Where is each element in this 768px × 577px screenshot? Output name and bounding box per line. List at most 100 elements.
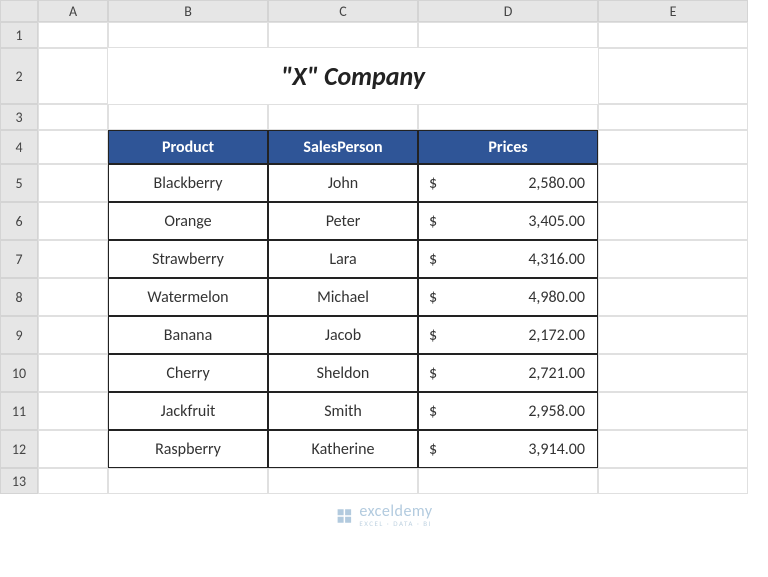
title-cell[interactable]: "X" Company xyxy=(108,48,598,104)
select-all-corner[interactable] xyxy=(0,0,38,22)
spreadsheet-grid: A B C D E 1 2 3 4 5 6 7 8 9 10 11 12 13 … xyxy=(0,0,768,494)
cell[interactable] xyxy=(598,48,748,104)
currency-symbol: $ xyxy=(429,326,437,345)
salesperson-cell[interactable]: Katherine xyxy=(268,430,418,468)
cell[interactable] xyxy=(268,22,418,48)
cell[interactable] xyxy=(38,316,108,354)
price-value: 4,980.00 xyxy=(528,288,585,307)
price-cell[interactable]: $2,721.00 xyxy=(418,354,598,392)
salesperson-cell[interactable]: Sheldon xyxy=(268,354,418,392)
salesperson-cell[interactable]: Smith xyxy=(268,392,418,430)
cell[interactable] xyxy=(418,468,598,494)
header-salesperson[interactable]: SalesPerson xyxy=(268,130,418,164)
product-cell[interactable]: Cherry xyxy=(108,354,268,392)
col-header-c[interactable]: C xyxy=(268,0,418,22)
row-header-10[interactable]: 10 xyxy=(0,354,38,392)
salesperson-cell[interactable]: John xyxy=(268,164,418,202)
currency-symbol: $ xyxy=(429,440,437,459)
cell[interactable] xyxy=(268,104,418,130)
col-header-e[interactable]: E xyxy=(598,0,748,22)
currency-symbol: $ xyxy=(429,212,437,231)
row-header-1[interactable]: 1 xyxy=(0,22,38,48)
cell[interactable] xyxy=(598,104,748,130)
row-header-12[interactable]: 12 xyxy=(0,430,38,468)
cell[interactable] xyxy=(108,468,268,494)
cell[interactable] xyxy=(598,164,748,202)
price-cell[interactable]: $2,580.00 xyxy=(418,164,598,202)
product-cell[interactable]: Banana xyxy=(108,316,268,354)
cell[interactable] xyxy=(38,48,108,104)
cell[interactable] xyxy=(38,202,108,240)
cell[interactable] xyxy=(38,354,108,392)
cell[interactable] xyxy=(598,392,748,430)
cell[interactable] xyxy=(598,130,748,164)
header-product[interactable]: Product xyxy=(108,130,268,164)
price-value: 2,958.00 xyxy=(528,402,585,421)
col-header-a[interactable]: A xyxy=(38,0,108,22)
col-header-d[interactable]: D xyxy=(418,0,598,22)
price-cell[interactable]: $4,980.00 xyxy=(418,278,598,316)
price-cell[interactable]: $3,914.00 xyxy=(418,430,598,468)
price-cell[interactable]: $2,172.00 xyxy=(418,316,598,354)
currency-symbol: $ xyxy=(429,250,437,269)
salesperson-cell[interactable]: Jacob xyxy=(268,316,418,354)
currency-symbol: $ xyxy=(429,402,437,421)
row-header-5[interactable]: 5 xyxy=(0,164,38,202)
cell[interactable] xyxy=(598,202,748,240)
cell[interactable] xyxy=(38,468,108,494)
product-cell[interactable]: Watermelon xyxy=(108,278,268,316)
exceldemy-logo-icon xyxy=(335,507,353,525)
cell[interactable] xyxy=(598,354,748,392)
price-cell[interactable]: $2,958.00 xyxy=(418,392,598,430)
col-header-b[interactable]: B xyxy=(108,0,268,22)
cell[interactable] xyxy=(598,278,748,316)
product-cell[interactable]: Jackfruit xyxy=(108,392,268,430)
header-prices[interactable]: Prices xyxy=(418,130,598,164)
cell[interactable] xyxy=(38,104,108,130)
cell[interactable] xyxy=(38,392,108,430)
watermark-sub: EXCEL · DATA · BI xyxy=(359,520,432,527)
watermark-main: exceldemy xyxy=(359,504,432,520)
currency-symbol: $ xyxy=(429,364,437,383)
price-cell[interactable]: $3,405.00 xyxy=(418,202,598,240)
cell[interactable] xyxy=(418,104,598,130)
cell[interactable] xyxy=(38,22,108,48)
cell[interactable] xyxy=(598,240,748,278)
cell[interactable] xyxy=(598,430,748,468)
row-header-3[interactable]: 3 xyxy=(0,104,38,130)
cell[interactable] xyxy=(38,240,108,278)
row-header-8[interactable]: 8 xyxy=(0,278,38,316)
salesperson-cell[interactable]: Michael xyxy=(268,278,418,316)
product-cell[interactable]: Strawberry xyxy=(108,240,268,278)
row-header-2[interactable]: 2 xyxy=(0,48,38,104)
product-cell[interactable]: Blackberry xyxy=(108,164,268,202)
cell[interactable] xyxy=(268,468,418,494)
price-value: 3,405.00 xyxy=(528,212,585,231)
row-header-11[interactable]: 11 xyxy=(0,392,38,430)
cell[interactable] xyxy=(418,22,598,48)
price-value: 3,914.00 xyxy=(528,440,585,459)
price-value: 2,721.00 xyxy=(528,364,585,383)
salesperson-cell[interactable]: Peter xyxy=(268,202,418,240)
product-cell[interactable]: Orange xyxy=(108,202,268,240)
cell[interactable] xyxy=(38,130,108,164)
row-header-9[interactable]: 9 xyxy=(0,316,38,354)
row-header-4[interactable]: 4 xyxy=(0,130,38,164)
cell[interactable] xyxy=(598,316,748,354)
cell[interactable] xyxy=(38,278,108,316)
row-header-6[interactable]: 6 xyxy=(0,202,38,240)
price-cell[interactable]: $4,316.00 xyxy=(418,240,598,278)
cell[interactable] xyxy=(598,468,748,494)
cell[interactable] xyxy=(108,22,268,48)
currency-symbol: $ xyxy=(429,288,437,307)
salesperson-cell[interactable]: Lara xyxy=(268,240,418,278)
row-header-13[interactable]: 13 xyxy=(0,468,38,494)
watermark: exceldemy EXCEL · DATA · BI xyxy=(335,504,432,527)
cell[interactable] xyxy=(598,22,748,48)
product-cell[interactable]: Raspberry xyxy=(108,430,268,468)
cell[interactable] xyxy=(108,104,268,130)
price-value: 2,172.00 xyxy=(528,326,585,345)
row-header-7[interactable]: 7 xyxy=(0,240,38,278)
cell[interactable] xyxy=(38,164,108,202)
cell[interactable] xyxy=(38,430,108,468)
